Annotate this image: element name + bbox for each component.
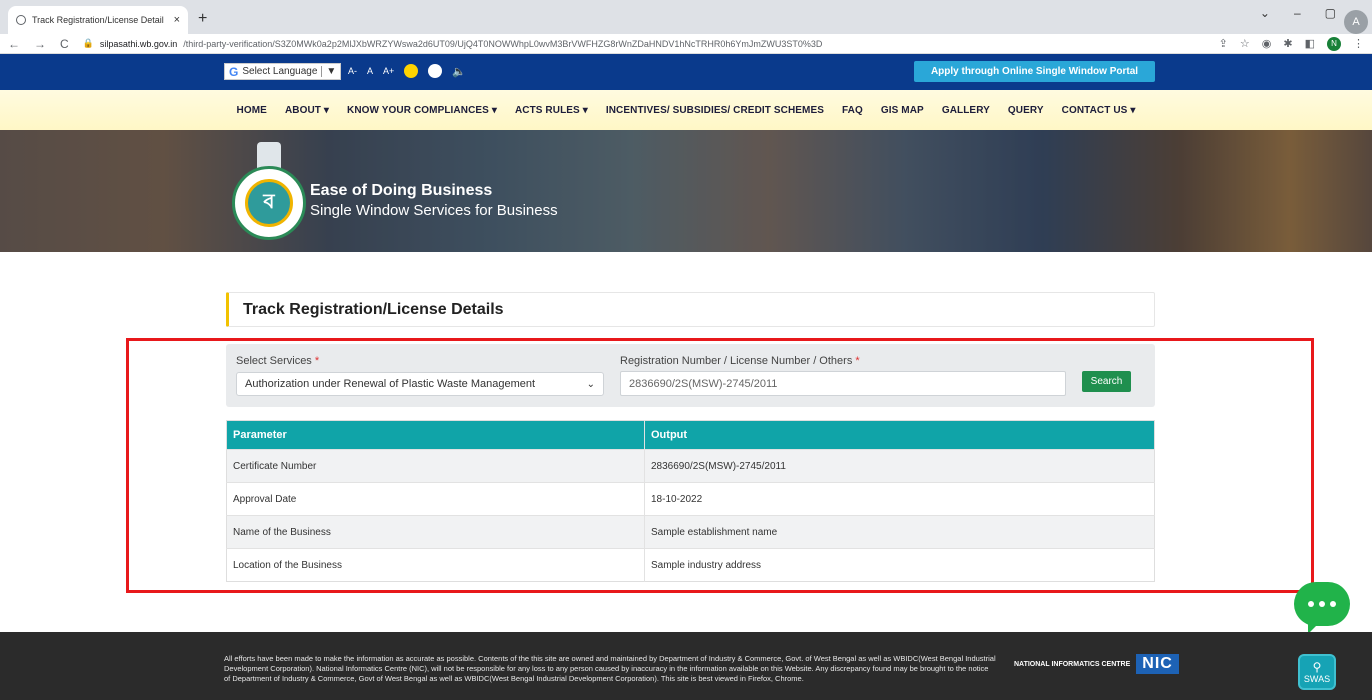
- nic-big-text: NIC: [1136, 654, 1179, 674]
- row-parameter: Approval Date: [226, 482, 645, 516]
- search-panel: Select Services * Authorization under Re…: [226, 344, 1155, 407]
- url-path: /third-party-verification/S3Z0MWk0a2p2Ml…: [183, 38, 823, 49]
- swas-button[interactable]: ⚲ SWAS: [1298, 654, 1336, 690]
- main-menu: HOME ABOUT ▾ KNOW YOUR COMPLIANCES ▾ ACT…: [0, 90, 1372, 130]
- row-output: 2836690/2S(MSW)-2745/2011: [644, 449, 1155, 483]
- number-required-mark: *: [855, 355, 860, 367]
- menu-incentives[interactable]: INCENTIVES/ SUBSIDIES/ CREDIT SCHEMES: [606, 105, 824, 116]
- services-selected-value: Authorization under Renewal of Plastic W…: [245, 378, 536, 390]
- browser-tabbar: Track Registration/License Detail × + ⌄ …: [0, 0, 1372, 34]
- row-output: Sample industry address: [644, 548, 1155, 582]
- swas-icon: ⚲: [1312, 660, 1322, 674]
- row-parameter: Location of the Business: [226, 548, 645, 582]
- site-topbar: G Select Language ▼ A- A A+ 🔈 Apply thro…: [0, 54, 1372, 90]
- menu-know-your-compliances[interactable]: KNOW YOUR COMPLIANCES ▾: [347, 105, 497, 116]
- row-output: Sample establishment name: [644, 515, 1155, 549]
- search-button[interactable]: Search: [1082, 371, 1131, 392]
- chat-dot-icon: [1308, 601, 1314, 607]
- swas-label: SWAS: [1303, 674, 1331, 684]
- back-icon[interactable]: ←: [8, 37, 20, 51]
- menu-about[interactable]: ABOUT ▾: [285, 105, 329, 116]
- result-table: Parameter Output Certificate Number 2836…: [226, 420, 1155, 582]
- header-parameter: Parameter: [226, 420, 645, 450]
- tab-list-icon[interactable]: ⌄: [1260, 6, 1270, 20]
- hero-subtitle: Single Window Services for Business: [310, 202, 558, 219]
- table-row: Certificate Number 2836690/2S(MSW)-2745/…: [226, 449, 1155, 483]
- menu-query[interactable]: QUERY: [1008, 105, 1044, 116]
- chat-button[interactable]: [1294, 582, 1350, 634]
- speaker-icon[interactable]: 🔈: [452, 65, 466, 78]
- address-bar: ← → C 🔒 silpasathi.wb.gov.in/third-party…: [0, 34, 1372, 54]
- registration-number-input[interactable]: 2836690/2S(MSW)-2745/2011: [620, 371, 1066, 396]
- table-row: Location of the Business Sample industry…: [226, 548, 1155, 582]
- menu-faq[interactable]: FAQ: [842, 105, 863, 116]
- yellow-theme-icon[interactable]: [404, 64, 419, 78]
- share-icon[interactable]: ⇪: [1219, 37, 1228, 50]
- font-smaller-button[interactable]: A-: [348, 66, 357, 76]
- nic-logo[interactable]: NATIONAL INFORMATICS CENTRE NIC: [1014, 654, 1179, 674]
- table-row: Approval Date 18-10-2022: [226, 482, 1155, 516]
- apply-online-button[interactable]: Apply through Online Single Window Porta…: [914, 61, 1155, 82]
- font-larger-button[interactable]: A+: [383, 66, 394, 76]
- google-icon: G: [229, 64, 239, 79]
- logo-letter: ব: [245, 179, 293, 227]
- tab-close-icon[interactable]: ×: [174, 14, 180, 26]
- white-theme-icon[interactable]: [428, 64, 443, 78]
- language-divider: [321, 66, 323, 77]
- row-parameter: Certificate Number: [226, 449, 645, 483]
- bookmark-star-icon[interactable]: ☆: [1240, 37, 1250, 50]
- chat-dot-icon: [1319, 601, 1325, 607]
- footer-disclaimer: All efforts have been made to make the i…: [224, 654, 996, 683]
- profile-avatar[interactable]: N: [1327, 36, 1341, 51]
- page-title: Track Registration/License Details: [226, 292, 1155, 327]
- url-field[interactable]: 🔒 silpasathi.wb.gov.in/third-party-verif…: [83, 38, 1205, 49]
- browser-extensions: ⇪ ☆ ◉ ✱ ◧ N ⋮: [1219, 36, 1364, 51]
- language-select[interactable]: G Select Language ▼: [224, 63, 342, 80]
- new-tab-icon[interactable]: +: [198, 6, 207, 34]
- restore-icon[interactable]: ▢: [1325, 6, 1336, 20]
- tab-title: Track Registration/License Detail: [32, 15, 164, 25]
- services-required-mark: *: [314, 355, 320, 367]
- globe-icon: [16, 15, 26, 25]
- sidepanel-icon[interactable]: ◧: [1305, 37, 1315, 50]
- row-output: 18-10-2022: [644, 482, 1155, 516]
- nic-small-text: NATIONAL INFORMATICS CENTRE: [1014, 660, 1131, 668]
- menu-gallery[interactable]: GALLERY: [942, 105, 990, 116]
- minimize-icon[interactable]: –: [1294, 6, 1301, 20]
- chevron-down-icon: ⌄: [586, 378, 595, 390]
- more-menu-icon[interactable]: ⋮: [1353, 37, 1364, 50]
- row-parameter: Name of the Business: [226, 515, 645, 549]
- reload-icon[interactable]: C: [60, 37, 69, 51]
- accessibility-controls: A- A A+ 🔈: [348, 64, 466, 78]
- extension-color-icon[interactable]: ◉: [1262, 37, 1272, 50]
- hero-banner: ব Ease of Doing Business Single Window S…: [0, 130, 1372, 252]
- biswa-bangla-logo: ব: [232, 166, 306, 240]
- services-label-text: Select Services: [236, 355, 312, 367]
- header-output: Output: [644, 420, 1155, 450]
- browser-tab[interactable]: Track Registration/License Detail ×: [8, 6, 188, 34]
- table-header-row: Parameter Output: [226, 420, 1155, 450]
- menu-acts-rules[interactable]: ACTS RULES ▾: [515, 105, 588, 116]
- chat-dot-icon: [1330, 601, 1336, 607]
- forward-icon[interactable]: →: [34, 37, 46, 51]
- menu-home[interactable]: HOME: [237, 105, 267, 116]
- menu-gis-map[interactable]: GIS MAP: [881, 105, 924, 116]
- url-host: silpasathi.wb.gov.in: [99, 38, 178, 49]
- menu-contact-us[interactable]: CONTACT US ▾: [1062, 105, 1136, 116]
- services-label: Select Services *: [236, 355, 319, 367]
- main-content: Track Registration/License Details Selec…: [0, 252, 1372, 634]
- translate-icon[interactable]: A: [1344, 10, 1368, 34]
- number-label-text: Registration Number / License Number / O…: [620, 355, 853, 367]
- hero-title: Ease of Doing Business: [310, 182, 493, 199]
- puzzle-icon[interactable]: ✱: [1283, 37, 1292, 50]
- number-label: Registration Number / License Number / O…: [620, 355, 860, 367]
- site-footer: All efforts have been made to make the i…: [0, 632, 1372, 700]
- services-select[interactable]: Authorization under Renewal of Plastic W…: [236, 372, 604, 396]
- font-normal-button[interactable]: A: [367, 66, 373, 76]
- lock-icon: 🔒: [82, 38, 94, 48]
- language-dropdown-icon: ▼: [326, 66, 337, 77]
- table-row: Name of the Business Sample establishmen…: [226, 515, 1155, 549]
- language-label: Select Language: [242, 66, 318, 77]
